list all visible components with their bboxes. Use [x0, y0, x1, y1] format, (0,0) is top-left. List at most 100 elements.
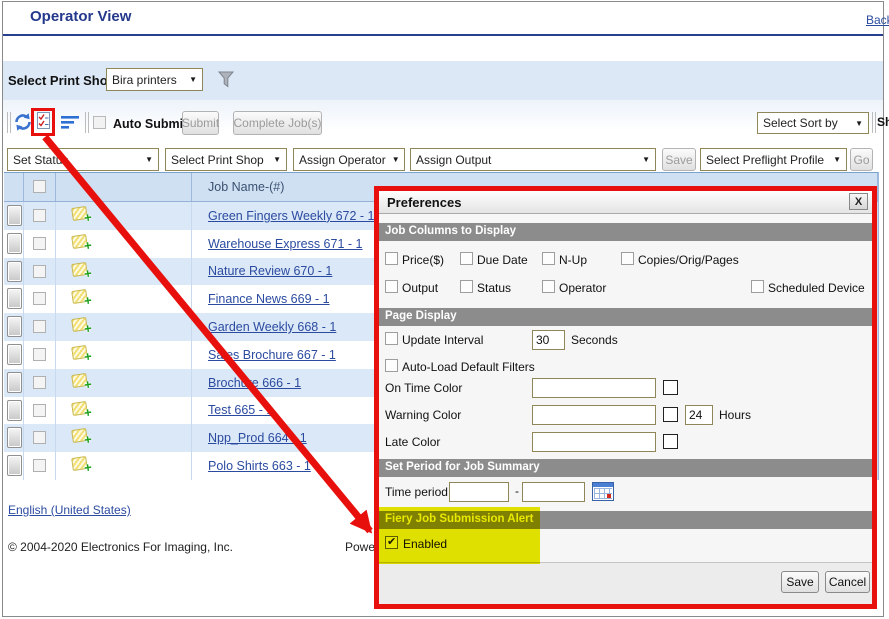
row-checkbox[interactable]	[33, 209, 46, 222]
cancel-button[interactable]: Cancel	[825, 571, 870, 593]
status-checkbox[interactable]	[460, 280, 473, 293]
print-shop-label: Select Print Shop	[8, 73, 116, 88]
select-all-checkbox[interactable]	[33, 180, 46, 193]
chevron-down-icon: ▼	[855, 119, 863, 128]
row-handle-button[interactable]	[7, 205, 22, 226]
chevron-down-icon: ▼	[833, 155, 841, 164]
time-period-start-input[interactable]	[449, 482, 509, 502]
update-interval-checkbox[interactable]	[385, 332, 398, 345]
sort-by-select[interactable]: Select Sort by ▼	[757, 112, 869, 134]
row-handle-button[interactable]	[7, 261, 22, 282]
row-checkbox[interactable]	[33, 348, 46, 361]
job-link[interactable]: Polo Shirts 663 - 1	[192, 459, 311, 473]
filter-funnel-icon[interactable]	[218, 71, 234, 92]
print-shop-select[interactable]: Bira printers ▼	[106, 68, 203, 91]
row-handle-button[interactable]	[7, 427, 22, 448]
job-link[interactable]: Warehouse Express 671 - 1	[192, 237, 362, 251]
chevron-down-icon: ▼	[392, 155, 400, 164]
chevron-down-icon: ▼	[273, 155, 281, 164]
toolbar-separator	[7, 112, 11, 133]
row-checkbox[interactable]	[33, 404, 46, 417]
fiery-enabled-checkbox[interactable]	[385, 536, 398, 549]
fiery-enabled-label: Enabled	[403, 537, 447, 551]
assign-output-combobox[interactable]: Assign Output ▼	[410, 148, 656, 171]
section-fiery-alert-heading: Fiery Job Submission Alert	[379, 511, 872, 529]
row-checkbox[interactable]	[33, 237, 46, 250]
n-up-label: N-Up	[559, 253, 587, 267]
job-pages-add-icon[interactable]	[71, 206, 88, 221]
job-pages-add-icon[interactable]	[71, 262, 88, 277]
language-link[interactable]: English (United States)	[8, 503, 131, 517]
refresh-icon[interactable]	[13, 112, 33, 135]
toolbar-separator	[872, 112, 876, 133]
job-pages-add-icon[interactable]	[71, 289, 88, 304]
job-link[interactable]: Nature Review 670 - 1	[192, 264, 332, 278]
row-checkbox[interactable]	[33, 292, 46, 305]
job-link[interactable]: Finance News 669 - 1	[192, 292, 330, 306]
auto-load-filters-checkbox[interactable]	[385, 359, 398, 372]
row-handle-button[interactable]	[7, 288, 22, 309]
preflight-profile-select[interactable]: Select Preflight Profile ▼	[700, 148, 847, 171]
job-pages-add-icon[interactable]	[71, 456, 88, 471]
chevron-down-icon: ▼	[189, 75, 197, 84]
n-up-checkbox[interactable]	[542, 252, 555, 265]
back-link[interactable]: Back	[866, 13, 889, 27]
job-link[interactable]: Green Fingers Weekly 672 - 1	[192, 209, 375, 223]
due-date-checkbox[interactable]	[460, 252, 473, 265]
time-period-label: Time period	[385, 485, 448, 499]
complete-jobs-button[interactable]: Complete Job(s)	[233, 111, 322, 135]
row-handle-button[interactable]	[7, 233, 22, 254]
row-handle-button[interactable]	[7, 344, 22, 365]
row-handle-button[interactable]	[7, 316, 22, 337]
late-color-input[interactable]	[532, 432, 656, 452]
go-button[interactable]: Go	[850, 148, 873, 171]
calendar-icon[interactable]	[592, 482, 614, 501]
time-period-end-input[interactable]	[522, 482, 585, 502]
job-link[interactable]: Garden Weekly 668 - 1	[192, 320, 336, 334]
job-link[interactable]: Npp_Prod 664 - 1	[192, 431, 307, 445]
update-interval-input[interactable]	[532, 330, 565, 350]
preflight-profile-value: Select Preflight Profile	[706, 153, 824, 167]
row-handle-button[interactable]	[7, 455, 22, 476]
row-handle-button[interactable]	[7, 372, 22, 393]
assign-save-button[interactable]: Save	[662, 148, 696, 171]
save-button[interactable]: Save	[781, 571, 819, 593]
job-pages-add-icon[interactable]	[71, 373, 88, 388]
job-pages-add-icon[interactable]	[71, 234, 88, 249]
on-time-color-input[interactable]	[532, 378, 656, 398]
job-link[interactable]: Brochure 666 - 1	[192, 376, 301, 390]
row-handle-button[interactable]	[7, 400, 22, 421]
auto-submit-checkbox[interactable]	[93, 116, 106, 129]
job-pages-add-icon[interactable]	[71, 401, 88, 416]
price-checkbox[interactable]	[385, 252, 398, 265]
row-checkbox[interactable]	[33, 376, 46, 389]
warning-color-picker[interactable]	[663, 407, 678, 422]
warning-color-input[interactable]	[532, 405, 656, 425]
warning-hours-input[interactable]	[685, 405, 713, 425]
copies-checkbox[interactable]	[621, 252, 634, 265]
set-status-select[interactable]: Set Status ▼	[7, 148, 159, 171]
close-icon[interactable]: X	[849, 193, 868, 210]
preferences-checklist-icon[interactable]	[37, 112, 50, 132]
job-pages-add-icon[interactable]	[71, 317, 88, 332]
output-checkbox[interactable]	[385, 280, 398, 293]
job-link[interactable]: Test 665 - 1	[192, 403, 273, 417]
header-icon-column	[56, 173, 192, 201]
assign-operator-select[interactable]: Assign Operator ▼	[293, 148, 405, 171]
on-time-color-picker[interactable]	[663, 380, 678, 395]
operator-checkbox[interactable]	[542, 280, 555, 293]
row-checkbox[interactable]	[33, 265, 46, 278]
row-checkbox[interactable]	[33, 459, 46, 472]
job-link[interactable]: Sales Brochure 667 - 1	[192, 348, 336, 362]
assign-output-value: Assign Output	[416, 153, 491, 167]
row-checkbox[interactable]	[33, 320, 46, 333]
job-pages-add-icon[interactable]	[71, 345, 88, 360]
job-pages-add-icon[interactable]	[71, 428, 88, 443]
show-link-clipped[interactable]: Sh	[877, 115, 889, 129]
sort-lines-icon[interactable]	[61, 115, 81, 134]
select-print-shop-select[interactable]: Select Print Shop ▼	[165, 148, 287, 171]
scheduled-device-checkbox[interactable]	[751, 280, 764, 293]
late-color-picker[interactable]	[663, 434, 678, 449]
submit-button[interactable]: Submit	[182, 111, 219, 135]
row-checkbox[interactable]	[33, 431, 46, 444]
